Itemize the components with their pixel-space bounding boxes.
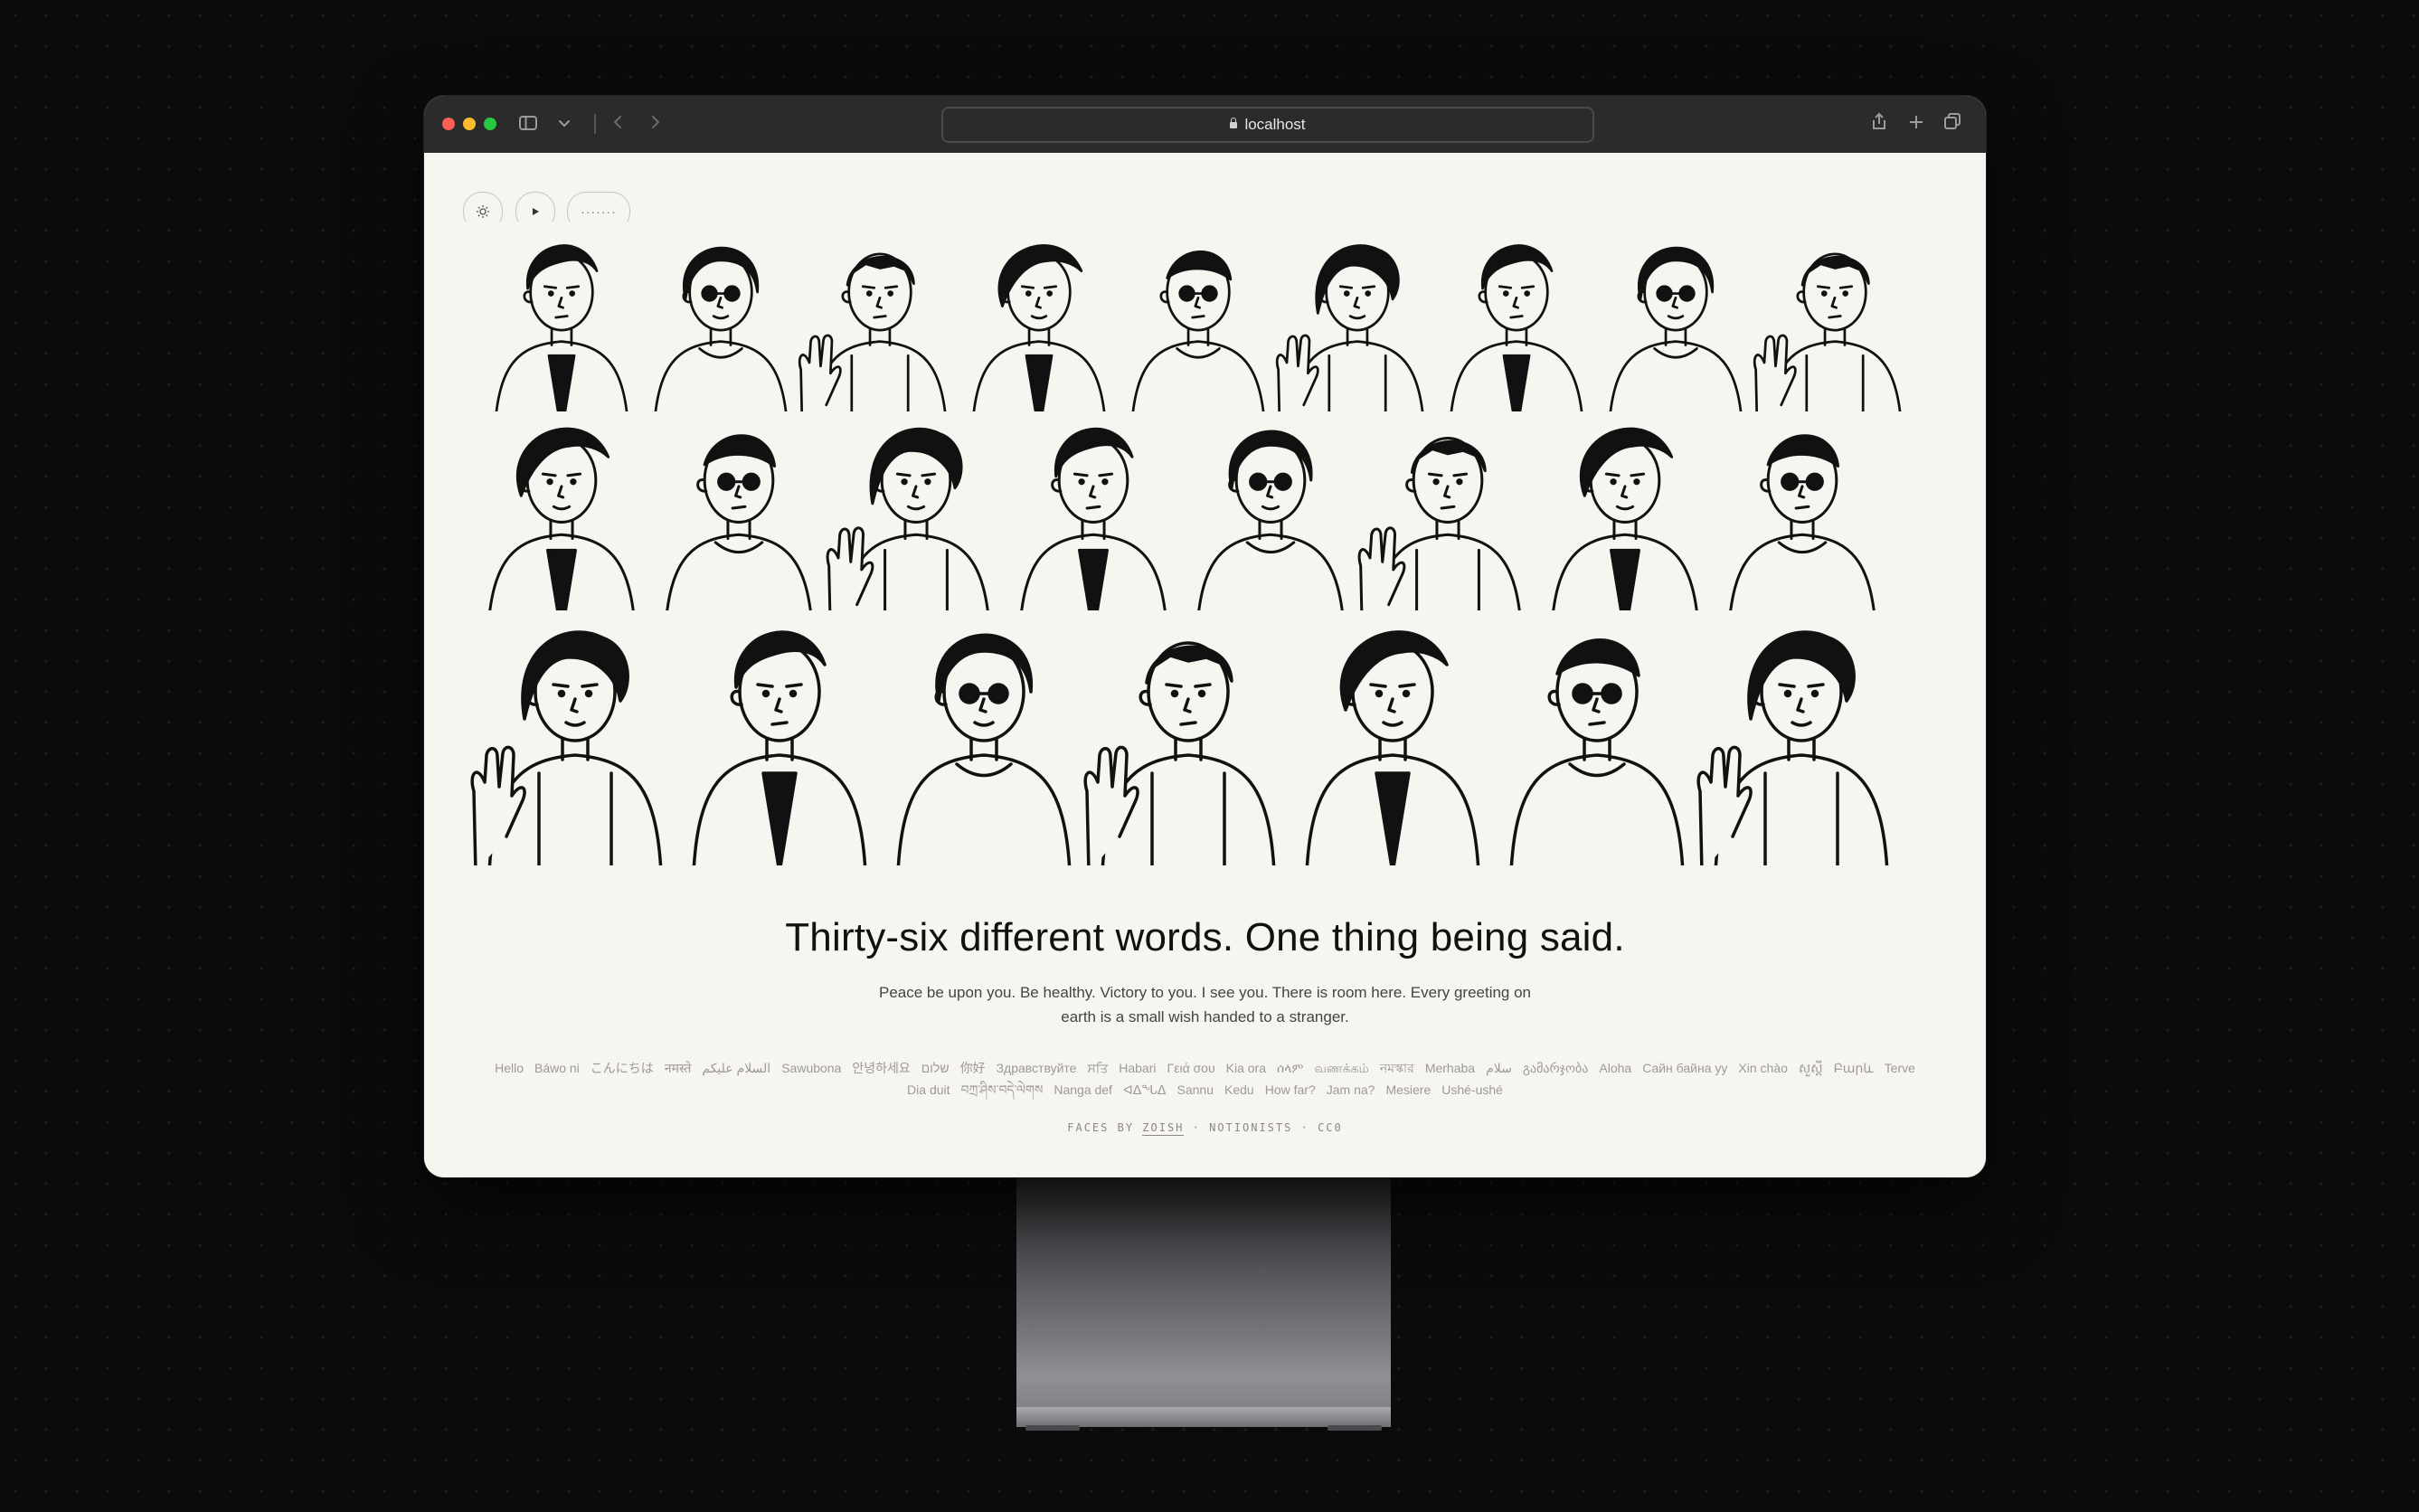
greeting-word[interactable]: こんにちは (591, 1061, 654, 1075)
greeting-word[interactable]: សួស្តី (1799, 1061, 1823, 1075)
greeting-word[interactable]: Jam na? (1327, 1082, 1375, 1097)
greeting-word[interactable]: سلام (1486, 1061, 1512, 1075)
greeting-word[interactable]: ᐊᐃᖓᐃ (1123, 1082, 1167, 1097)
sidebar-icon[interactable] (519, 110, 537, 137)
desktop: localhost ······· Thirty-six different w… (0, 0, 2419, 1512)
greeting-word[interactable]: བཀྲ་ཤིས་བདེ་ལེགས (961, 1082, 1044, 1097)
greetings-list: Hello Báwo ni こんにちは नमस्ते السلام عليكم Sawub… (460, 1057, 1950, 1101)
more-dots-label: ······· (581, 204, 617, 219)
greeting-word[interactable]: 안녕하세요 (852, 1061, 910, 1075)
greeting-word[interactable]: გამარჯობა (1523, 1061, 1589, 1075)
chevron-down-icon[interactable] (558, 110, 571, 137)
greeting-word[interactable]: Xin chào (1738, 1061, 1787, 1075)
greeting-word[interactable]: שלום (921, 1061, 950, 1075)
monitor-screen: localhost ······· Thirty-six different w… (424, 96, 1986, 1177)
credits-separator: · (1300, 1121, 1309, 1134)
greeting-word[interactable]: Dia duit (907, 1082, 950, 1097)
greeting-word[interactable]: ਸਤਿ (1087, 1061, 1108, 1075)
greeting-word[interactable]: Mesiere (1385, 1082, 1431, 1097)
minimize-window-button[interactable] (463, 118, 476, 130)
page-subtext: Peace be upon you. Be healthy. Victory t… (878, 984, 1532, 1025)
play-icon (533, 208, 539, 215)
greeting-word[interactable]: Nanga def (1054, 1082, 1112, 1097)
greeting-word[interactable]: Сайн байна уу (1642, 1061, 1727, 1075)
zoom-window-button[interactable] (484, 118, 496, 130)
face-row (464, 610, 1916, 865)
credits-separator: · (1192, 1121, 1201, 1134)
greeting-word[interactable]: Aloha (1599, 1061, 1631, 1075)
tabs-overview-icon[interactable] (1943, 110, 1961, 137)
author-link[interactable]: ZOISH (1142, 1121, 1185, 1136)
greeting-word[interactable]: Sawubona (781, 1061, 841, 1075)
greeting-word[interactable]: Բարև (1834, 1061, 1874, 1075)
faces-illustration (464, 222, 1916, 865)
credits-license: CC0 (1318, 1121, 1343, 1134)
share-icon[interactable] (1871, 110, 1887, 137)
monitor-stand-foot (1016, 1407, 1391, 1431)
new-tab-icon[interactable] (1908, 110, 1924, 137)
greeting-word[interactable]: السلام عليكم (702, 1061, 770, 1075)
greeting-word[interactable]: Terve (1885, 1061, 1915, 1075)
monitor-stand (1016, 1174, 1391, 1427)
greeting-word[interactable]: How far? (1265, 1082, 1316, 1097)
address-bar[interactable]: localhost (941, 107, 1594, 143)
greeting-word[interactable]: வணக்கம் (1314, 1061, 1368, 1075)
greeting-word[interactable]: नमस्ते (665, 1061, 692, 1075)
greeting-word[interactable]: Habari (1119, 1061, 1156, 1075)
web-page: ······· Thirty-six different words. One … (424, 153, 1986, 1177)
greeting-word[interactable]: ሰላም (1277, 1061, 1303, 1075)
back-icon[interactable] (611, 110, 624, 137)
credits-prefix: FACES BY (1067, 1121, 1135, 1134)
greeting-word[interactable]: নমস্কার (1380, 1061, 1414, 1075)
page-headline: Thirty-six different words. One thing be… (785, 915, 1625, 959)
lock-icon (1230, 118, 1238, 128)
greeting-word[interactable]: Merhaba (1425, 1061, 1475, 1075)
greeting-word[interactable]: Γειά σου (1167, 1061, 1215, 1075)
close-window-button[interactable] (442, 118, 455, 130)
greeting-word[interactable]: Kia ora (1226, 1061, 1266, 1075)
greeting-word[interactable]: 你好 (960, 1061, 986, 1075)
sun-icon (477, 205, 489, 218)
greeting-word[interactable]: Здравствуйте (997, 1061, 1077, 1075)
greeting-word[interactable]: Kedu (1224, 1082, 1254, 1097)
greeting-word[interactable]: Hello (495, 1061, 524, 1075)
greeting-word[interactable]: Báwo ni (534, 1061, 580, 1075)
credits-footer: FACES BY ZOISH · NOTIONISTS · CC0 (424, 1121, 1986, 1136)
toolbar-divider (594, 114, 596, 134)
credits-source: NOTIONISTS (1209, 1121, 1293, 1134)
greeting-word[interactable]: Sannu (1177, 1082, 1214, 1097)
forward-icon[interactable] (649, 110, 662, 137)
browser-titlebar: localhost (424, 96, 1986, 154)
url-text: localhost (1244, 116, 1306, 133)
greeting-word[interactable]: Ushé-ushé (1441, 1082, 1503, 1097)
